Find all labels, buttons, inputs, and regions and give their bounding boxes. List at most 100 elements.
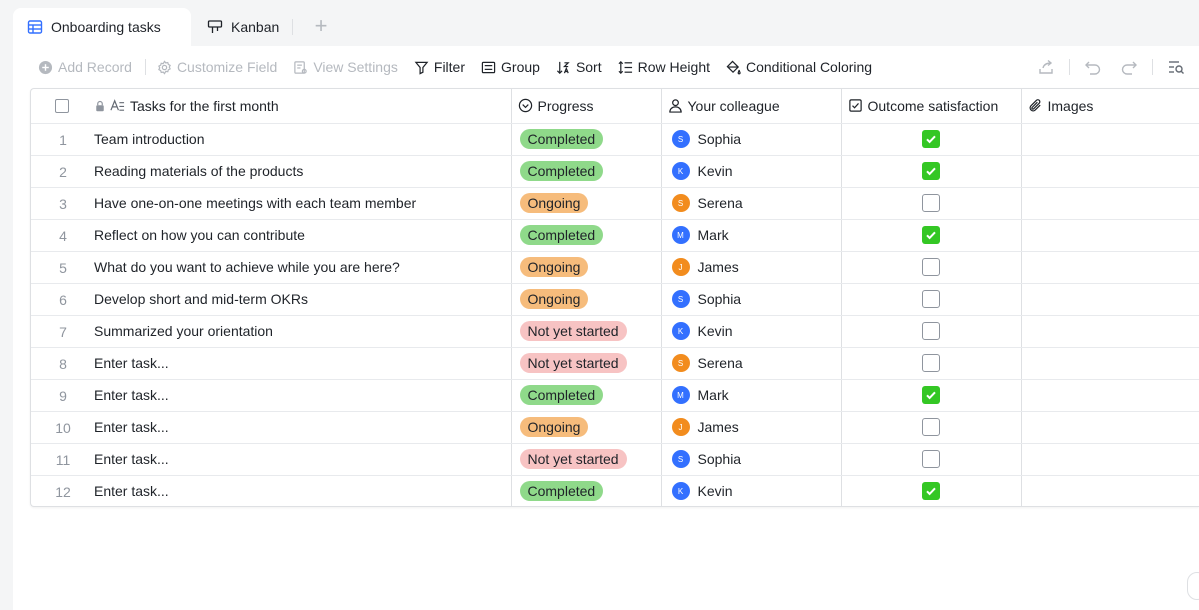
outcome-cell[interactable] (841, 443, 1022, 476)
outcome-cell[interactable] (841, 283, 1022, 316)
progress-cell[interactable]: Not yet started (511, 347, 662, 380)
outcome-checkbox[interactable] (922, 354, 940, 372)
images-cell[interactable] (1021, 315, 1199, 348)
row-number-cell[interactable]: 6 (31, 283, 93, 316)
outcome-checkbox[interactable] (922, 162, 940, 180)
column-header-progress[interactable]: Progress (511, 89, 662, 124)
share-icon[interactable] (1037, 58, 1055, 76)
outcome-checkbox[interactable] (922, 386, 940, 404)
task-cell[interactable]: Enter task... (93, 443, 512, 476)
outcome-checkbox[interactable] (922, 258, 940, 276)
filter-button[interactable]: Filter (409, 53, 470, 81)
add-view-icon[interactable]: + (309, 14, 333, 38)
group-button[interactable]: Group (476, 53, 545, 81)
outcome-checkbox[interactable] (922, 290, 940, 308)
progress-cell[interactable]: Completed (511, 155, 662, 188)
task-cell[interactable]: Summarized your orientation (93, 315, 512, 348)
task-cell[interactable]: What do you want to achieve while you ar… (93, 251, 512, 284)
task-cell[interactable]: Team introduction (93, 123, 512, 156)
add-record-button[interactable]: Add Record (33, 53, 137, 81)
task-cell[interactable]: Develop short and mid-term OKRs (93, 283, 512, 316)
row-number-cell[interactable]: 10 (31, 411, 93, 444)
view-settings-button[interactable]: View Settings (288, 53, 403, 81)
outcome-cell[interactable] (841, 123, 1022, 156)
progress-cell[interactable]: Not yet started (511, 315, 662, 348)
row-number-cell[interactable]: 4 (31, 219, 93, 252)
search-records-icon[interactable] (1167, 58, 1185, 76)
task-cell[interactable]: Enter task... (93, 411, 512, 444)
sort-button[interactable]: Sort (551, 53, 607, 81)
colleague-cell[interactable]: S Sophia (661, 123, 842, 156)
outcome-checkbox[interactable] (922, 322, 940, 340)
row-number-cell[interactable]: 11 (31, 443, 93, 476)
outcome-cell[interactable] (841, 187, 1022, 220)
table-row[interactable]: 4 Reflect on how you can contribute Comple… (31, 219, 1199, 252)
colleague-cell[interactable]: M Mark (661, 219, 842, 252)
column-header-images[interactable]: Images (1021, 89, 1199, 124)
images-cell[interactable] (1021, 475, 1199, 506)
task-cell[interactable]: Reading materials of the products (93, 155, 512, 188)
progress-cell[interactable]: Completed (511, 219, 662, 252)
progress-cell[interactable]: Ongoing (511, 411, 662, 444)
row-number-cell[interactable]: 1 (31, 123, 93, 156)
outcome-cell[interactable] (841, 475, 1022, 506)
outcome-checkbox[interactable] (922, 130, 940, 148)
colleague-cell[interactable]: S Sophia (661, 443, 842, 476)
colleague-cell[interactable]: S Serena (661, 187, 842, 220)
colleague-cell[interactable]: J James (661, 411, 842, 444)
table-row[interactable]: 5 What do you want to achieve while you a… (31, 251, 1199, 284)
undo-icon[interactable] (1084, 58, 1102, 76)
customize-field-button[interactable]: Customize Field (152, 53, 282, 81)
tab-kanban[interactable]: Kanban (193, 8, 293, 46)
images-cell[interactable] (1021, 443, 1199, 476)
progress-cell[interactable]: Completed (511, 475, 662, 506)
images-cell[interactable] (1021, 187, 1199, 220)
colleague-cell[interactable]: K Kevin (661, 475, 842, 506)
select-all-header[interactable] (31, 89, 93, 124)
outcome-cell[interactable] (841, 155, 1022, 188)
outcome-cell[interactable] (841, 411, 1022, 444)
table-row[interactable]: 1 Team introduction Completed S Sophia (31, 123, 1199, 156)
table-row[interactable]: 8 Enter task... Not yet started S Serena (31, 347, 1199, 380)
redo-icon[interactable] (1120, 58, 1138, 76)
table-row[interactable]: 6 Develop short and mid-term OKRs Ongoing S… (31, 283, 1199, 316)
colleague-cell[interactable]: S Serena (661, 347, 842, 380)
column-header-colleague[interactable]: Your colleague (661, 89, 842, 124)
outcome-cell[interactable] (841, 315, 1022, 348)
table-row[interactable]: 10 Enter task... Ongoing J James (31, 411, 1199, 444)
progress-cell[interactable]: Ongoing (511, 283, 662, 316)
progress-cell[interactable]: Ongoing (511, 187, 662, 220)
row-number-cell[interactable]: 8 (31, 347, 93, 380)
images-cell[interactable] (1021, 379, 1199, 412)
outcome-checkbox[interactable] (922, 418, 940, 436)
row-number-cell[interactable]: 12 (31, 475, 93, 506)
conditional-coloring-button[interactable]: Conditional Coloring (721, 53, 877, 81)
outcome-checkbox[interactable] (922, 194, 940, 212)
images-cell[interactable] (1021, 283, 1199, 316)
colleague-cell[interactable]: J James (661, 251, 842, 284)
progress-cell[interactable]: Not yet started (511, 443, 662, 476)
row-number-cell[interactable]: 3 (31, 187, 93, 220)
outcome-checkbox[interactable] (922, 226, 940, 244)
colleague-cell[interactable]: K Kevin (661, 155, 842, 188)
task-cell[interactable]: Have one-on-one meetings with each team … (93, 187, 512, 220)
task-cell[interactable]: Enter task... (93, 475, 512, 506)
outcome-cell[interactable] (841, 251, 1022, 284)
images-cell[interactable] (1021, 155, 1199, 188)
scroll-handle[interactable] (1187, 572, 1199, 600)
tab-onboarding-tasks[interactable]: Onboarding tasks (13, 8, 191, 46)
task-cell[interactable]: Enter task... (93, 379, 512, 412)
table-row[interactable]: 11 Enter task... Not yet started S Sophia (31, 443, 1199, 476)
column-header-task[interactable]: Tasks for the first month (93, 89, 512, 124)
select-all-checkbox[interactable] (55, 98, 69, 113)
column-header-outcome[interactable]: Outcome satisfaction (841, 89, 1022, 124)
row-number-cell[interactable]: 9 (31, 379, 93, 412)
progress-cell[interactable]: Completed (511, 379, 662, 412)
colleague-cell[interactable]: K Kevin (661, 315, 842, 348)
row-number-cell[interactable]: 7 (31, 315, 93, 348)
table-row[interactable]: 9 Enter task... Completed M Mark (31, 379, 1199, 412)
table-row[interactable]: 2 Reading materials of the products Comple… (31, 155, 1199, 188)
row-number-cell[interactable]: 5 (31, 251, 93, 284)
table-row[interactable]: 12 Enter task... Completed K Kevin (31, 475, 1199, 506)
colleague-cell[interactable]: S Sophia (661, 283, 842, 316)
